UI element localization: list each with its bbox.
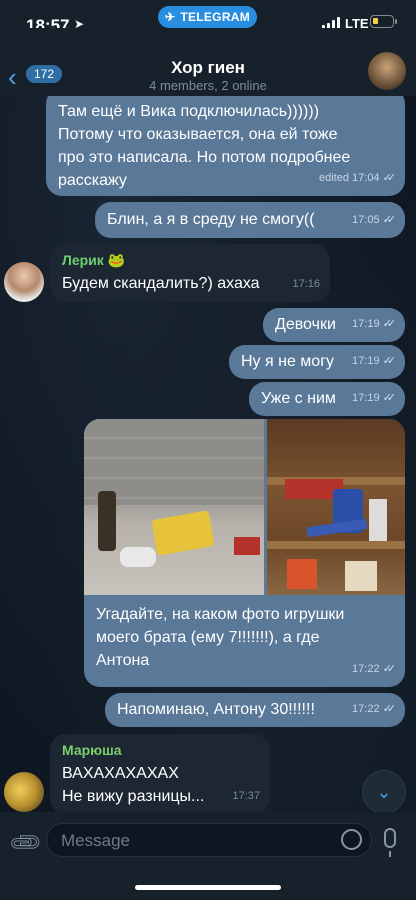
telegram-plane-icon: ✈	[164, 10, 176, 24]
microphone-icon[interactable]	[384, 828, 396, 857]
caption-line: Антона	[96, 652, 150, 669]
message-outgoing[interactable]: Уже с ним 17:19 ✓✓	[249, 382, 405, 416]
message-text-line: ВАХАХАХАХАХ	[62, 765, 179, 782]
message-text-line: Там ещё и Вика подключилась))))))	[58, 103, 320, 120]
message-outgoing[interactable]: Девочки 17:19 ✓✓	[263, 308, 405, 342]
message-text: Будем скандалить?) ахаха	[62, 275, 260, 292]
message-input[interactable]	[59, 824, 323, 858]
photo-album[interactable]	[84, 419, 405, 595]
message-outgoing-photo[interactable]: Угадайте, на каком фото игрушки моего бр…	[84, 419, 405, 687]
sender-avatar[interactable]	[4, 772, 44, 812]
message-outgoing[interactable]: Ну я не могу 17:19 ✓✓	[229, 345, 405, 379]
toy-photo-1[interactable]	[84, 419, 264, 595]
read-checkmarks-icon: ✓✓	[382, 663, 397, 675]
message-list[interactable]: Там ещё и Вика подключилась)))))) Потому…	[0, 96, 416, 816]
message-outgoing[interactable]: Блин, а я в среду не смогу(( 17:05 ✓✓	[95, 202, 405, 238]
message-time: 17:16	[292, 278, 320, 290]
message-time: 17:19	[352, 318, 380, 330]
message-time: edited 17:04	[319, 172, 380, 184]
message-incoming[interactable]: Марюша ВАХАХАХАХАХ Не вижу разницы... 17…	[50, 734, 270, 814]
message-text: Блин, а я в среду не смогу((	[107, 211, 315, 228]
message-sender: Лерик 🐸	[62, 252, 126, 268]
message-text-line: Потому что оказывается, она ей тоже	[58, 126, 338, 143]
message-text: Девочки	[275, 316, 336, 333]
chat-title[interactable]: Хор гиен	[0, 58, 416, 78]
read-checkmarks-icon: ✓✓	[382, 355, 397, 367]
scroll-down-icon: ⌄	[376, 781, 392, 802]
battery-icon	[370, 15, 397, 28]
message-text: Уже с ним	[261, 390, 336, 407]
message-sender: Марюша	[62, 742, 122, 758]
message-text-line: про это написала. Но потом подробнее	[58, 149, 351, 166]
message-incoming[interactable]: Лерик 🐸 Будем скандалить?) ахаха 17:16	[50, 244, 330, 302]
group-avatar[interactable]	[368, 52, 406, 90]
caption-line: моего брата (ему 7!!!!!!!), а где	[96, 629, 320, 646]
chat-subtitle: 4 members, 2 online	[149, 78, 267, 93]
message-time: 17:19	[352, 355, 380, 367]
message-time: 17:22	[352, 663, 380, 675]
message-time: 17:37	[232, 790, 260, 802]
message-outgoing[interactable]: Там ещё и Вика подключилась)))))) Потому…	[46, 96, 405, 196]
photo-caption: Угадайте, на каком фото игрушки моего бр…	[96, 603, 344, 672]
message-time: 17:19	[352, 392, 380, 404]
read-checkmarks-icon: ✓✓	[382, 172, 397, 184]
telegram-return-pill[interactable]: ✈ TELEGRAM	[158, 6, 257, 28]
scroll-down-button[interactable]: ⌄	[362, 770, 406, 814]
message-time: 17:22	[352, 703, 380, 715]
read-checkmarks-icon: ✓✓	[382, 214, 397, 226]
telegram-pill-label: TELEGRAM	[180, 10, 251, 24]
home-indicator[interactable]	[135, 885, 281, 890]
chat-header: ‹ 172 Хор гиен 4 members, 2 online	[0, 28, 416, 96]
message-time: 17:05	[352, 214, 380, 226]
message-field[interactable]	[46, 823, 372, 858]
sticker-icon[interactable]	[341, 829, 362, 850]
attach-icon[interactable]: 📎︎	[7, 824, 45, 862]
message-text-line: Не вижу разницы...	[62, 788, 205, 805]
read-checkmarks-icon: ✓✓	[382, 703, 397, 715]
read-checkmarks-icon: ✓✓	[382, 318, 397, 330]
toy-photo-2[interactable]	[267, 419, 405, 595]
message-text: Напоминаю, Антону 30!!!!!!	[117, 701, 315, 718]
caption-line: Угадайте, на каком фото игрушки	[96, 606, 345, 623]
message-outgoing[interactable]: Напоминаю, Антону 30!!!!!! 17:22 ✓✓	[105, 693, 405, 727]
sender-avatar[interactable]	[4, 262, 44, 302]
read-checkmarks-icon: ✓✓	[382, 392, 397, 404]
message-text: Ну я не могу	[241, 353, 335, 370]
